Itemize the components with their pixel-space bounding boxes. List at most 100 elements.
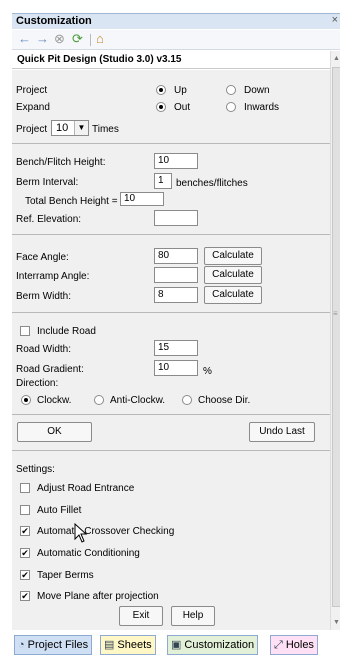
direction-label: Direction: xyxy=(16,378,59,389)
direction-anticlockwise-label[interactable]: Anti-Clockw. xyxy=(110,395,165,406)
total-bench-height-label: Total Bench Height = xyxy=(25,196,118,207)
bench-height-label: Bench/Flitch Height: xyxy=(16,157,106,168)
project-down-label[interactable]: Down xyxy=(244,85,270,96)
project-count-label: Project xyxy=(16,124,48,135)
refresh-icon[interactable]: ⟳ xyxy=(72,32,83,46)
tab-holes[interactable]: ⤢ Holes xyxy=(270,635,318,655)
ref-elevation-label: Ref. Elevation: xyxy=(16,214,82,225)
undo-last-button[interactable]: Undo Last xyxy=(249,422,315,442)
berm-interval-suffix: benches/flitches xyxy=(176,178,248,189)
exit-button[interactable]: Exit xyxy=(119,606,163,626)
holes-icon: ⤢ xyxy=(274,639,283,651)
mouse-pointer-icon xyxy=(74,523,88,543)
bottom-tab-bar: ◔ Project Files ▤ Sheets ▣ Customization ⤢ H… xyxy=(12,634,340,656)
scroll-down-icon[interactable]: ▼ xyxy=(333,619,340,626)
chevron-down-icon[interactable]: ▼ xyxy=(74,121,88,135)
direction-anticlockwise-radio[interactable] xyxy=(94,395,104,405)
road-gradient-unit: % xyxy=(203,366,212,377)
project-down-radio[interactable] xyxy=(226,85,236,95)
total-bench-height-value: 10 xyxy=(120,192,164,206)
ok-button[interactable]: OK xyxy=(17,422,92,442)
berm-interval-input[interactable]: 1 xyxy=(154,173,172,189)
expand-label: Expand xyxy=(16,102,50,113)
crossover-checking-checkbox[interactable]: ✔ xyxy=(20,526,30,536)
nav-toolbar: ← → ⊗ ⟳ ⌂ xyxy=(12,30,340,50)
vertical-scrollbar[interactable]: ▲ ≡ ▼ xyxy=(330,51,340,630)
interramp-angle-input[interactable] xyxy=(154,267,198,283)
road-width-label: Road Width: xyxy=(16,344,72,355)
customization-form: Project Up Down Expand Out Inwards Proje… xyxy=(12,70,330,630)
expand-inwards-label[interactable]: Inwards xyxy=(244,102,279,113)
divider xyxy=(12,414,330,415)
tab-sheets-label: Sheets xyxy=(117,639,152,651)
close-icon[interactable]: × xyxy=(332,14,338,26)
forward-arrow-icon[interactable]: → xyxy=(36,32,49,46)
back-arrow-icon[interactable]: ← xyxy=(18,32,31,46)
direction-clockwise-radio[interactable] xyxy=(21,395,31,405)
divider xyxy=(12,143,330,144)
scroll-grip-icon: ≡ xyxy=(333,309,338,318)
sheets-icon: ▤ xyxy=(104,639,115,651)
road-width-input[interactable]: 15 xyxy=(154,340,198,356)
move-plane-checkbox[interactable]: ✔ xyxy=(20,591,30,601)
customization-icon: ▣ xyxy=(171,639,182,651)
calculate-interramp-button[interactable]: Calculate xyxy=(204,266,262,284)
project-count-select[interactable]: 10 ▼ xyxy=(51,120,89,136)
berm-width-label: Berm Width: xyxy=(16,291,72,302)
tab-customization-label: Customization xyxy=(184,639,255,651)
face-angle-label: Face Angle: xyxy=(16,252,69,263)
road-gradient-input[interactable]: 10 xyxy=(154,360,198,376)
home-icon[interactable]: ⌂ xyxy=(96,32,104,46)
direction-choose-radio[interactable] xyxy=(182,395,192,405)
direction-clockwise-label[interactable]: Clockw. xyxy=(37,395,71,406)
taper-berms-label[interactable]: Taper Berms xyxy=(37,570,94,581)
auto-conditioning-label[interactable]: Automatic Conditioning xyxy=(37,548,140,559)
tab-holes-label: Holes xyxy=(285,639,314,651)
auto-fillet-checkbox[interactable] xyxy=(20,505,30,515)
settings-label: Settings: xyxy=(16,464,55,475)
adjust-road-entrance-label[interactable]: Adjust Road Entrance xyxy=(37,483,134,494)
expand-inwards-radio[interactable] xyxy=(226,102,236,112)
berm-width-input[interactable]: 8 xyxy=(154,287,198,303)
window-title: Customization xyxy=(16,15,92,27)
include-road-checkbox[interactable] xyxy=(20,326,30,336)
ref-elevation-input[interactable] xyxy=(154,210,198,226)
face-angle-input[interactable]: 80 xyxy=(154,248,198,264)
calculate-face-angle-button[interactable]: Calculate xyxy=(204,247,262,265)
project-label: Project xyxy=(16,85,48,96)
interramp-angle-label: Interramp Angle: xyxy=(16,271,90,282)
direction-choose-label[interactable]: Choose Dir. xyxy=(198,395,250,406)
move-plane-label[interactable]: Move Plane after projection xyxy=(37,591,159,602)
include-road-label[interactable]: Include Road xyxy=(37,326,96,337)
tab-project-files-label: Project Files xyxy=(27,639,89,651)
project-count-value: 10 xyxy=(56,122,69,134)
taper-berms-checkbox[interactable]: ✔ xyxy=(20,570,30,580)
scroll-up-icon[interactable]: ▲ xyxy=(333,55,340,62)
tab-project-files[interactable]: ◔ Project Files xyxy=(14,635,93,655)
berm-interval-label: Berm Interval: xyxy=(16,177,79,188)
expand-out-label[interactable]: Out xyxy=(174,102,190,113)
project-up-label[interactable]: Up xyxy=(174,85,187,96)
calculate-berm-width-button[interactable]: Calculate xyxy=(204,286,262,304)
window-title-bar: Customization × xyxy=(12,13,340,29)
expand-out-radio[interactable] xyxy=(156,102,166,112)
globe-icon: ◔ xyxy=(18,639,25,651)
crossover-checking-label[interactable]: Automatic Crossover Checking xyxy=(37,526,174,537)
panel-header: Quick Pit Design (Studio 3.0) v3.15 xyxy=(12,51,330,69)
scrollbar-thumb[interactable] xyxy=(332,67,340,607)
divider xyxy=(12,234,330,235)
project-times-label: Times xyxy=(92,124,119,135)
tab-sheets[interactable]: ▤ Sheets xyxy=(100,635,156,655)
road-gradient-label: Road Gradient: xyxy=(16,364,84,375)
help-button[interactable]: Help xyxy=(171,606,215,626)
tab-customization[interactable]: ▣ Customization xyxy=(167,635,259,655)
divider xyxy=(12,312,330,313)
project-up-radio[interactable] xyxy=(156,85,166,95)
auto-conditioning-checkbox[interactable]: ✔ xyxy=(20,548,30,558)
bench-height-input[interactable]: 10 xyxy=(154,153,198,169)
adjust-road-entrance-checkbox[interactable] xyxy=(20,483,30,493)
auto-fillet-label[interactable]: Auto Fillet xyxy=(37,505,81,516)
stop-icon[interactable]: ⊗ xyxy=(54,32,65,46)
toolbar-divider xyxy=(90,34,91,46)
divider xyxy=(12,450,330,451)
